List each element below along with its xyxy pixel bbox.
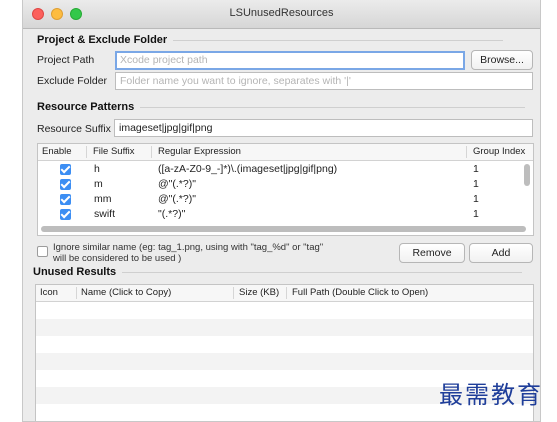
enable-checkbox[interactable] (60, 194, 71, 205)
pattern-row[interactable]: h ([a-zA-Z0-9_-]*)\.(imageset|jpg|gif|pn… (38, 162, 533, 177)
ignore-similar-label: Ignore similar name (eg: tag_1.png, usin… (53, 242, 324, 264)
group-index-cell[interactable]: 1 (473, 163, 479, 175)
resource-suffix-input[interactable]: imageset|jpg|gif|png (114, 119, 533, 137)
pattern-row[interactable]: mm @"(.*?)" 1 (38, 192, 533, 207)
ignore-similar-checkbox[interactable] (37, 246, 48, 257)
results-table-header: Icon Name (Click to Copy) Size (KB) Full… (36, 285, 533, 302)
column-header-full-path[interactable]: Full Path (Double Click to Open) (292, 287, 428, 298)
column-header-name[interactable]: Name (Click to Copy) (81, 287, 171, 298)
exclude-folder-label: Exclude Folder (37, 75, 108, 87)
regex-cell[interactable]: "(.*?)" (158, 208, 185, 220)
group-index-cell[interactable]: 1 (473, 178, 479, 190)
file-suffix-cell[interactable]: m (94, 178, 103, 190)
column-header-enable[interactable]: Enable (42, 146, 72, 157)
title-bar: LSUnusedResources (23, 0, 540, 29)
column-header-icon[interactable]: Icon (40, 287, 58, 298)
app-window: LSUnusedResources Project & Exclude Fold… (22, 0, 541, 422)
patterns-horizontal-scrollbar[interactable] (41, 226, 526, 232)
exclude-folder-input[interactable]: Folder name you want to ignore, separate… (115, 72, 533, 90)
project-path-input[interactable]: Xcode project path (115, 51, 465, 70)
regex-cell[interactable]: @"(.*?)" (158, 193, 196, 205)
window-title: LSUnusedResources (229, 7, 334, 19)
enable-checkbox[interactable] (60, 179, 71, 190)
group-index-cell[interactable]: 1 (473, 208, 479, 220)
regex-cell[interactable]: @"(.*?)" (158, 178, 196, 190)
file-suffix-cell[interactable]: mm (94, 193, 112, 205)
add-pattern-button[interactable]: Add (469, 243, 533, 263)
results-section-heading: Unused Results (33, 266, 523, 278)
patterns-table-header: Enable File Suffix Regular Expression Gr… (38, 144, 533, 161)
results-empty-row (36, 353, 533, 370)
patterns-section-heading: Resource Patterns (37, 101, 526, 113)
column-header-group-index[interactable]: Group Index (473, 146, 525, 157)
remove-pattern-button[interactable]: Remove (399, 243, 465, 263)
group-index-cell[interactable]: 1 (473, 193, 479, 205)
results-empty-row (36, 319, 533, 336)
file-suffix-cell[interactable]: swift (94, 208, 115, 220)
results-empty-row (36, 302, 533, 319)
enable-checkbox[interactable] (60, 209, 71, 220)
pattern-row[interactable]: swift "(.*?)" 1 (38, 207, 533, 222)
browse-button[interactable]: Browse... (471, 50, 533, 70)
column-header-file-suffix[interactable]: File Suffix (93, 146, 135, 157)
column-header-size[interactable]: Size (KB) (239, 287, 279, 298)
file-suffix-cell[interactable]: h (94, 163, 100, 175)
project-section-heading: Project & Exclude Folder (37, 34, 504, 46)
pattern-row[interactable]: m @"(.*?)" 1 (38, 177, 533, 192)
column-header-regex[interactable]: Regular Expression (158, 146, 241, 157)
patterns-table: Enable File Suffix Regular Expression Gr… (37, 143, 534, 236)
resource-suffix-label: Resource Suffix (37, 123, 111, 135)
enable-checkbox[interactable] (60, 164, 71, 175)
results-empty-row (36, 336, 533, 353)
patterns-vertical-scrollbar[interactable] (524, 164, 530, 186)
watermark-text: 最需教育 (439, 381, 543, 409)
regex-cell[interactable]: ([a-zA-Z0-9_-]*)\.(imageset|jpg|gif|png) (158, 163, 337, 175)
project-path-label: Project Path (37, 54, 95, 66)
